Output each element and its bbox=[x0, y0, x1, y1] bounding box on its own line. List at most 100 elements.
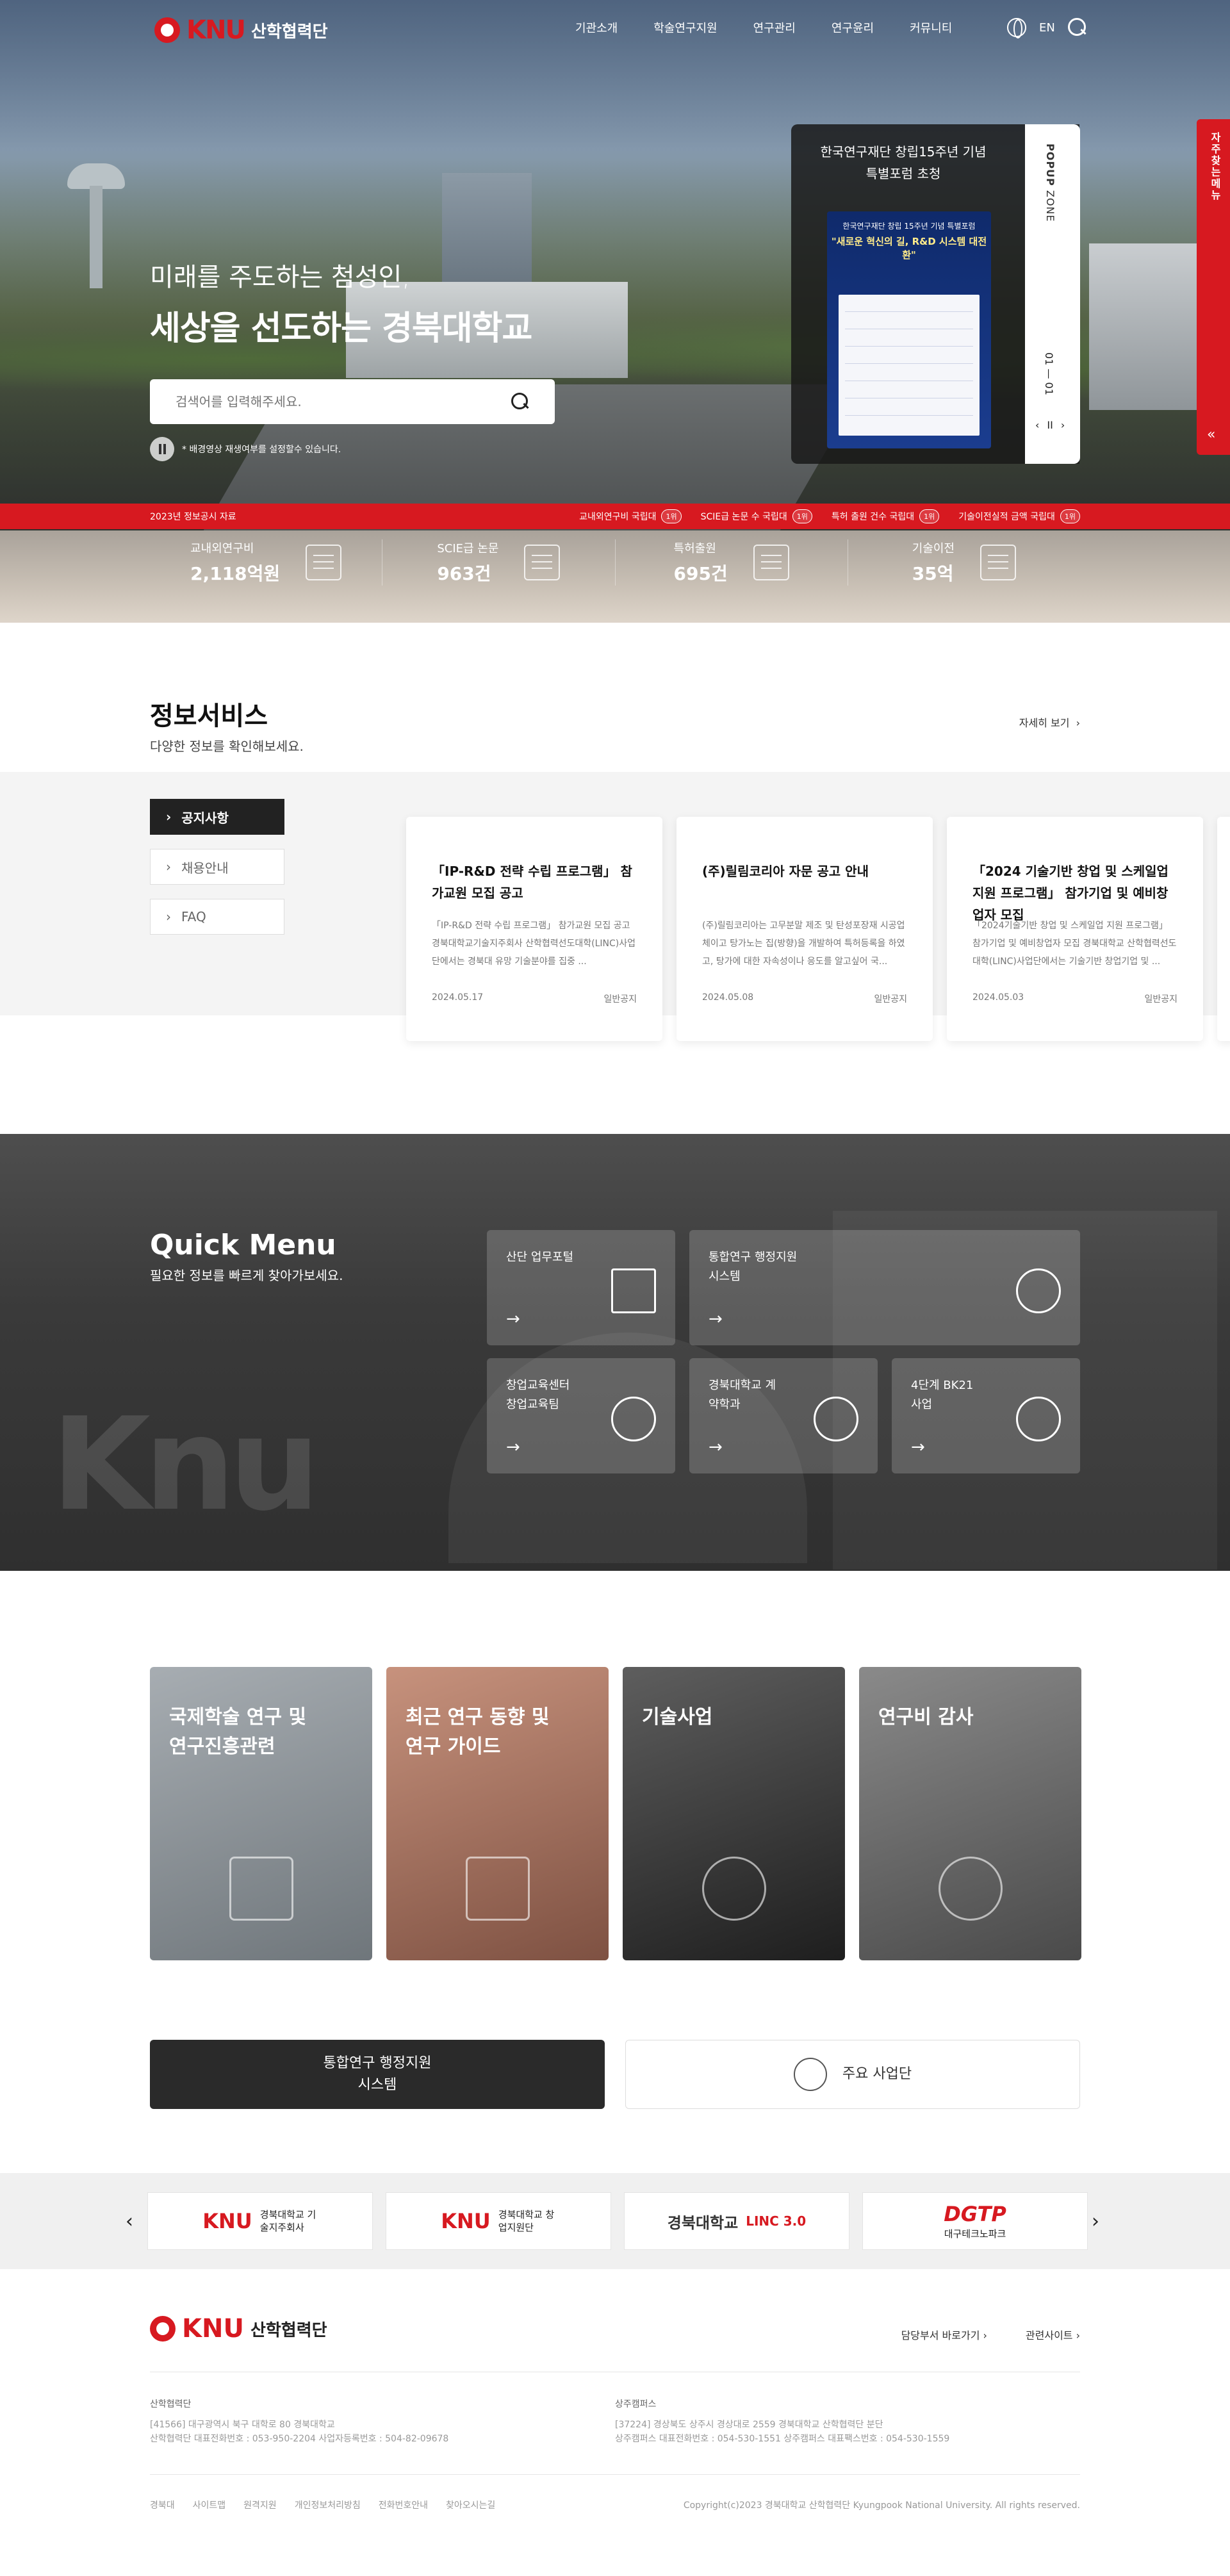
tab-notice[interactable]: › 공지사항 bbox=[150, 799, 284, 835]
lang-toggle[interactable]: EN bbox=[1039, 21, 1055, 35]
globe-icon[interactable] bbox=[1007, 18, 1026, 38]
quick-item[interactable]: 4단계 BK21사업 → bbox=[892, 1358, 1080, 1473]
partner-logo[interactable]: KNU 경북대학교 창업지원단 bbox=[386, 2192, 611, 2250]
flask-icon bbox=[306, 545, 342, 580]
footer-link[interactable]: 경북대 bbox=[150, 2498, 175, 2511]
partner-logo[interactable]: 경북대학교 LINC 3.0 bbox=[624, 2192, 849, 2250]
ranking-tag: SCIE급 논문 수 국립대 1위 bbox=[701, 509, 812, 523]
banner-card[interactable]: 국제학술 연구 및 연구진흥관련 bbox=[150, 1667, 372, 1960]
info-tabs: › 공지사항 › 채용안내 › FAQ bbox=[150, 799, 284, 949]
emblem-icon bbox=[154, 17, 180, 43]
paper-icon bbox=[524, 545, 561, 580]
footer-link[interactable]: 개인정보처리방침 bbox=[295, 2498, 361, 2511]
emblem-icon bbox=[150, 2316, 176, 2342]
notice-card-peek bbox=[1217, 817, 1230, 1041]
next-icon[interactable]: › bbox=[1061, 419, 1065, 431]
stat-item: 교내외연구비 2,118억원 bbox=[150, 539, 383, 586]
ranking-bar: 2023년 정보공시 자료 교내외연구비 국립대 1위 SCIE급 논문 수 국립… bbox=[0, 504, 1230, 529]
nav-item[interactable]: 연구관리 bbox=[753, 19, 796, 36]
card-type: 일반공지 bbox=[874, 994, 907, 1005]
footer-link[interactable]: 원격지원 bbox=[243, 2498, 277, 2511]
quick-side-tab[interactable]: 자주찾는메뉴 « bbox=[1197, 119, 1230, 455]
tab-faq[interactable]: › FAQ bbox=[150, 899, 284, 935]
hero-section: KNU 산학협력단 기관소개 학술연구지원 연구관리 연구윤리 커뮤니티 EN … bbox=[0, 0, 1230, 530]
site-header: KNU 산학협력단 기관소개 학술연구지원 연구관리 연구윤리 커뮤니티 EN bbox=[0, 0, 1230, 58]
search-icon[interactable] bbox=[1067, 18, 1087, 37]
major-projects-button[interactable]: 주요 사업단 bbox=[625, 2040, 1080, 2109]
flask-icon bbox=[229, 1857, 293, 1921]
dept-link[interactable]: 담당부서 바로가기 › bbox=[901, 2327, 987, 2342]
emblem-icon bbox=[611, 1397, 656, 1441]
notice-card[interactable]: 「2024 기술기반 창업 및 스케일업 지원 프로그램」 참가기업 및 예비창… bbox=[947, 817, 1203, 1041]
bg-logo-text: Knu bbox=[51, 1390, 320, 1539]
document-icon bbox=[980, 545, 1016, 580]
main-buttons: 통합연구 행정지원시스템 주요 사업단 bbox=[150, 2040, 1080, 2109]
nav-item[interactable]: 학술연구지원 bbox=[653, 19, 717, 36]
banner-card[interactable]: 연구비 감사 bbox=[859, 1667, 1081, 1960]
chevron-right-icon: › bbox=[166, 859, 171, 874]
search-input[interactable] bbox=[176, 394, 511, 409]
banner-card[interactable]: 최근 연구 동향 및 연구 가이드 bbox=[386, 1667, 609, 1960]
quick-item[interactable]: 경북대학교 계약학과 → bbox=[689, 1358, 878, 1473]
pause-icon[interactable]: II bbox=[1047, 419, 1053, 431]
won-coin-icon bbox=[939, 1857, 1003, 1921]
more-link[interactable]: 자세히 보기 › bbox=[1019, 714, 1080, 730]
news-icon bbox=[611, 1268, 656, 1313]
poster-schedule bbox=[839, 295, 980, 436]
ranking-tag: 교내외연구비 국립대 1위 bbox=[579, 509, 682, 523]
notice-cards: 「IP-R&D 전략 수립 프로그램」 참가교원 모집 공고 「IP-R&D 전… bbox=[406, 817, 1230, 1041]
footer-links: 담당부서 바로가기 › 관련사이트 › bbox=[901, 2327, 1080, 2342]
ranking-source: 2023년 정보공시 자료 bbox=[150, 512, 236, 522]
arrow-right-icon: → bbox=[506, 1438, 520, 1457]
nav-item[interactable]: 연구윤리 bbox=[832, 19, 874, 36]
poster-title: "새로운 혁신의 길, R&D 시스템 대전환" bbox=[831, 236, 987, 261]
card-type: 일반공지 bbox=[603, 994, 637, 1005]
quick-item[interactable]: 산단 업무포털 → bbox=[487, 1230, 675, 1345]
people-icon bbox=[793, 2058, 827, 2091]
prev-icon[interactable]: ‹ bbox=[1035, 419, 1039, 431]
quick-item[interactable]: 통합연구 행정지원시스템 → bbox=[689, 1230, 1080, 1345]
copyright: Copyright(c)2023 경북대학교 산학협력단 Kyungpook N… bbox=[683, 2500, 1080, 2511]
hero-copy: 미래를 주도하는 첨성인, 세상을 선도하는 경북대학교 bbox=[150, 256, 532, 349]
section-subtitle: 다양한 정보를 확인해보세요. bbox=[150, 739, 304, 754]
related-sites-link[interactable]: 관련사이트 › bbox=[1026, 2327, 1080, 2342]
partner-logo[interactable]: DGTP 대구테크노파크 bbox=[862, 2192, 1088, 2250]
popup-zone-label: POPUP ZONE bbox=[1044, 144, 1056, 222]
card-date: 2024.05.03 bbox=[972, 992, 1024, 1003]
partner-logo[interactable]: KNU 경북대학교 기술지주회사 bbox=[147, 2192, 373, 2250]
main-nav: 기관소개 학술연구지원 연구관리 연구윤리 커뮤니티 bbox=[575, 19, 952, 36]
quick-menu-title: Quick Menu bbox=[150, 1229, 336, 1261]
footer-link[interactable]: 찾아오시는길 bbox=[446, 2498, 495, 2511]
book-icon bbox=[466, 1857, 530, 1921]
nav-item[interactable]: 기관소개 bbox=[575, 19, 618, 36]
emblem-icon bbox=[814, 1397, 858, 1441]
nav-item[interactable]: 커뮤니티 bbox=[910, 19, 952, 36]
water-tower-pillar bbox=[90, 186, 102, 288]
water-tower-top bbox=[67, 163, 125, 189]
chevron-right-icon[interactable]: › bbox=[1092, 2210, 1099, 2233]
card-body: (주)릴림코리아는 고무분말 제조 및 탄성포장재 시공업체이고 탕가노는 집(… bbox=[702, 921, 905, 967]
site-footer: KNU 산학협력단 담당부서 바로가기 › 관련사이트 › 산학협력단 [415… bbox=[0, 2269, 1230, 2576]
banner-card[interactable]: 기술사업 bbox=[623, 1667, 845, 1960]
tab-recruit[interactable]: › 채용안내 bbox=[150, 849, 284, 885]
quick-item[interactable]: 창업교육센터 창업교육팀 → bbox=[487, 1358, 675, 1473]
header-tools: EN bbox=[1007, 18, 1087, 38]
popup-side: POPUP ZONE 01 — 01 ‹ II › bbox=[1025, 124, 1080, 464]
search-icon[interactable] bbox=[511, 393, 529, 411]
card-body: 「IP-R&D 전략 수립 프로그램」 참가교원 모집 공고 경북대학교기술지주… bbox=[432, 921, 636, 967]
notice-card[interactable]: 「IP-R&D 전략 수립 프로그램」 참가교원 모집 공고 「IP-R&D 전… bbox=[406, 817, 662, 1041]
arrow-right-icon: → bbox=[911, 1438, 925, 1457]
popup-poster[interactable]: 한국연구재단 창립 15주년 기념 특별포럼 "새로운 혁신의 길, R&D 시… bbox=[827, 211, 991, 448]
research-admin-button[interactable]: 통합연구 행정지원시스템 bbox=[150, 2040, 605, 2109]
arrow-right-icon: → bbox=[709, 1309, 723, 1329]
pause-icon[interactable] bbox=[150, 437, 174, 461]
footer-link[interactable]: 사이트맵 bbox=[193, 2498, 226, 2511]
footer-logo[interactable]: KNU 산학협력단 bbox=[150, 2314, 327, 2343]
chevron-double-left-icon[interactable]: « bbox=[1207, 427, 1215, 443]
chevron-left-icon[interactable]: ‹ bbox=[126, 2210, 133, 2233]
site-logo[interactable]: KNU 산학협력단 bbox=[154, 15, 328, 45]
chevron-right-icon: › bbox=[166, 809, 172, 824]
notice-card[interactable]: (주)릴림코리아 자문 공고 안내 (주)릴림코리아는 고무분말 제조 및 탄성… bbox=[676, 817, 933, 1041]
bk21-icon bbox=[1016, 1397, 1061, 1441]
footer-link[interactable]: 전화번호안내 bbox=[379, 2498, 428, 2511]
